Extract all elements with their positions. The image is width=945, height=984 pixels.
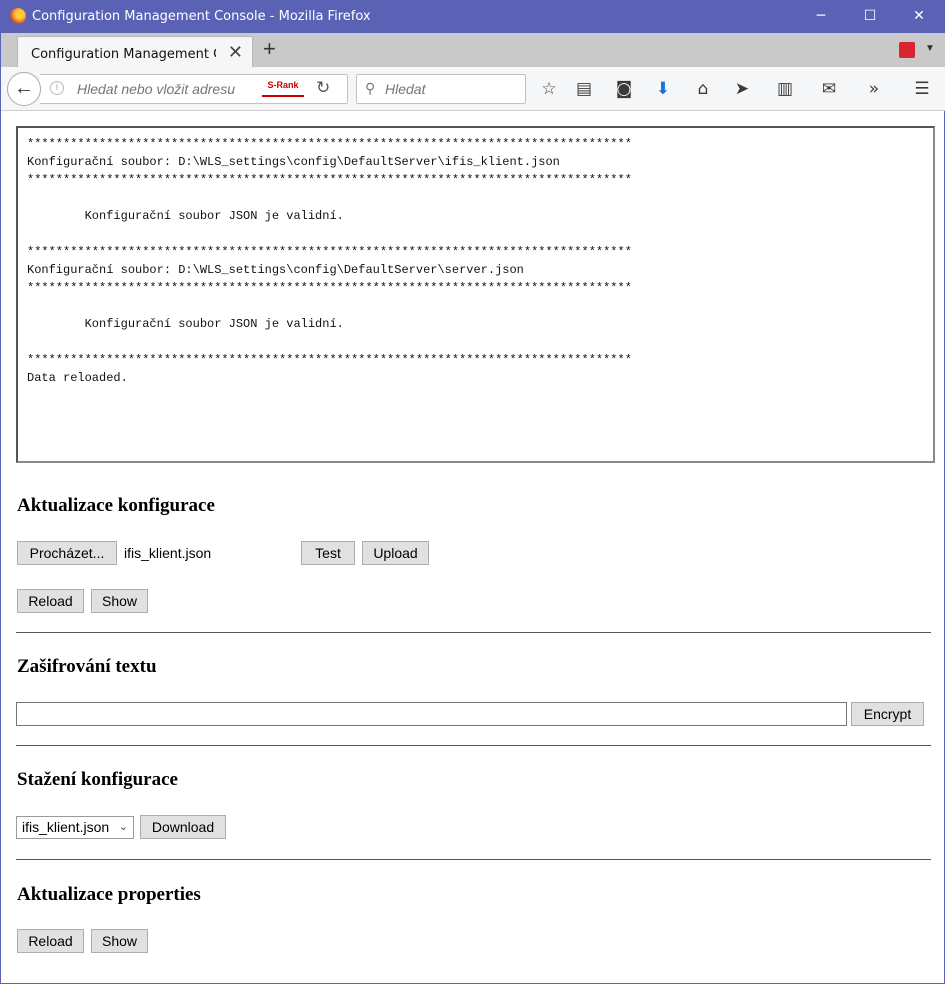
info-icon[interactable]: i <box>50 81 64 95</box>
config-reload-button[interactable]: Reload <box>17 589 84 613</box>
download-heading: Stažení konfigurace <box>17 769 178 790</box>
navigation-bar: i S-Rank ↻ ← ⚲ ☆ ▤ ◙ ⬇ ⌂ ➤ ▥ ✉ » ☰ <box>1 67 945 111</box>
properties-reload-button[interactable]: Reload <box>17 929 84 953</box>
reader-icon[interactable]: ▥ <box>774 78 796 100</box>
tab-configuration-console[interactable]: Configuration Management C... ✕ <box>17 36 253 68</box>
chevron-down-icon: ⌄ <box>118 821 128 833</box>
extension-icon[interactable] <box>899 42 915 58</box>
test-button[interactable]: Test <box>301 541 355 565</box>
divider <box>16 632 931 633</box>
bookmark-star-icon[interactable]: ☆ <box>538 78 560 100</box>
console-text: ****************************************… <box>27 137 632 385</box>
properties-heading: Aktualizace properties <box>17 884 201 905</box>
tab-title: Configuration Management C... <box>31 47 216 62</box>
back-arrow-icon: ← <box>14 77 34 99</box>
selected-file-label: ifis_klient.json <box>124 545 212 561</box>
config-file-select[interactable]: ifis_klient.json ⌄ <box>16 816 134 839</box>
search-input[interactable] <box>385 79 520 99</box>
pocket-icon[interactable]: ◙ <box>613 78 635 100</box>
back-button[interactable]: ← <box>7 72 41 106</box>
search-bar[interactable]: ⚲ <box>356 74 526 104</box>
firefox-logo-icon <box>10 8 26 24</box>
config-show-button[interactable]: Show <box>91 589 148 613</box>
properties-show-button[interactable]: Show <box>91 929 148 953</box>
new-tab-button[interactable]: + <box>263 36 276 62</box>
url-bar[interactable]: i S-Rank ↻ <box>40 74 348 104</box>
mail-icon[interactable]: ✉ <box>818 78 840 100</box>
download-icon[interactable]: ⬇ <box>652 78 674 100</box>
select-value: ifis_klient.json <box>22 819 110 835</box>
upload-button[interactable]: Upload <box>362 541 429 565</box>
minimize-button[interactable]: ─ <box>798 0 844 33</box>
srank-badge[interactable]: S-Rank <box>262 79 304 97</box>
reload-icon[interactable]: ↻ <box>316 78 330 98</box>
close-window-button[interactable]: ✕ <box>896 0 942 33</box>
page-content: ****************************************… <box>1 112 945 983</box>
console-output[interactable]: ****************************************… <box>16 126 935 463</box>
divider <box>16 859 931 860</box>
menu-hamburger-icon[interactable]: ☰ <box>911 78 933 100</box>
browse-button[interactable]: Procházet... <box>17 541 117 565</box>
url-input[interactable] <box>77 79 242 99</box>
tab-close-icon[interactable]: ✕ <box>228 42 243 63</box>
encrypt-text-input[interactable] <box>16 702 847 726</box>
title-bar: Configuration Management Console - Mozil… <box>1 0 945 33</box>
encryption-heading: Zašifrování textu <box>17 656 157 677</box>
home-icon[interactable]: ⌂ <box>692 78 714 100</box>
config-update-heading: Aktualizace konfigurace <box>17 495 215 516</box>
overflow-chevron-icon[interactable]: » <box>863 78 885 100</box>
maximize-button[interactable]: ☐ <box>847 0 893 33</box>
send-icon[interactable]: ➤ <box>731 78 753 100</box>
tab-strip: Configuration Management C... ✕ + ▼ <box>1 33 945 68</box>
tab-list-chevron-icon[interactable]: ▼ <box>925 43 935 54</box>
search-icon: ⚲ <box>365 80 376 96</box>
browser-window: Configuration Management Console - Mozil… <box>0 0 945 984</box>
download-button[interactable]: Download <box>140 815 226 839</box>
encrypt-button[interactable]: Encrypt <box>851 702 924 726</box>
window-title: Configuration Management Console - Mozil… <box>32 9 371 24</box>
divider <box>16 745 931 746</box>
bookmarks-list-icon[interactable]: ▤ <box>573 78 595 100</box>
